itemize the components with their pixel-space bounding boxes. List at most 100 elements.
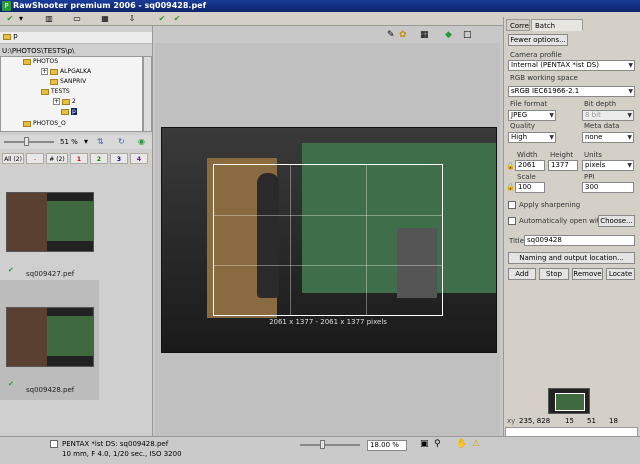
file-format-select[interactable]: JPEG ▼ — [508, 110, 556, 121]
thumbnail-image[interactable] — [6, 192, 94, 252]
export-icon[interactable]: ⇩ — [125, 13, 139, 24]
viewer-zoom-thumb[interactable] — [320, 440, 325, 449]
check-icon: ✔ — [8, 380, 14, 388]
tree-item-sanpriv[interactable]: SANPRIV — [50, 77, 86, 87]
chevron-down-icon: ▼ — [628, 62, 633, 69]
metadata-label: Meta data — [584, 122, 620, 130]
tab-correct[interactable]: Correct — [506, 19, 530, 31]
zoom-out-icon[interactable]: ▾ — [84, 137, 88, 146]
expand-icon[interactable]: + — [53, 98, 60, 105]
crop-rectangle[interactable] — [213, 164, 443, 316]
print-icon[interactable]: ▦ — [98, 13, 112, 24]
check-tick-icon[interactable]: ✔ — [155, 13, 169, 24]
folder-tree[interactable]: PHOTOS + ALPGALKA SANPRIV TESTS +2 p PHOT… — [0, 56, 143, 132]
naming-output-button[interactable]: Naming and output location... — [508, 252, 635, 264]
status-bar: PENTAX *ist DS: sq009428.pef 10 mm, F 4.… — [0, 436, 640, 464]
viewer-zoom-value[interactable]: 18.00 % — [367, 440, 407, 451]
color-icon[interactable]: ✿ — [399, 30, 407, 40]
zoom-slider[interactable] — [4, 141, 54, 143]
fewer-options-button[interactable]: Fewer options... — [508, 34, 568, 46]
layout-icon[interactable]: ▥ — [42, 13, 56, 24]
metadata-select[interactable]: none ▼ — [582, 132, 634, 143]
auto-open-checkbox[interactable] — [508, 217, 516, 225]
ppi-input[interactable]: 300 — [582, 182, 634, 193]
crop-grid-line — [214, 265, 442, 266]
navigator-viewport[interactable] — [555, 393, 585, 411]
zoom-slider-thumb[interactable] — [24, 137, 29, 146]
file-info: PENTAX *ist DS: sq009428.pef — [62, 440, 169, 448]
shelf-region — [7, 308, 47, 366]
rgb-select[interactable]: sRGB IEC61966-2.1 ▼ — [508, 86, 635, 97]
folder-icon — [3, 34, 11, 40]
scale-label: Scale — [517, 173, 536, 181]
export-green-icon[interactable]: ✔ — [170, 13, 184, 24]
width-input[interactable]: 2061 — [515, 160, 545, 171]
units-value: pixels — [585, 161, 606, 169]
warning-icon[interactable]: ⚠ — [472, 439, 480, 449]
scale-input[interactable]: 100 — [515, 182, 545, 193]
frame-icon[interactable]: □ — [463, 30, 472, 40]
quality-value: High — [511, 133, 528, 141]
thumbnail-label: sq009427.pef — [26, 270, 75, 278]
xy-label: xy — [507, 417, 516, 425]
apply-sharpening-checkbox[interactable] — [508, 201, 516, 209]
filter-all-tab[interactable]: All (2) — [2, 153, 24, 164]
navigator-preview[interactable] — [548, 388, 590, 414]
hand-icon[interactable]: ✋ — [456, 439, 467, 449]
width-label: Width — [517, 151, 538, 159]
compare-icon[interactable]: ⚲ — [434, 439, 441, 449]
status-checkbox[interactable] — [50, 440, 58, 448]
chat-icon[interactable]: ✎ — [387, 30, 395, 40]
filter-1-tab[interactable]: 1 — [70, 153, 88, 164]
tree-item-photos-o[interactable]: PHOTOS_O — [23, 119, 66, 129]
ppi-label: PPI — [584, 173, 595, 181]
tree-item-2[interactable]: +2 — [53, 97, 76, 107]
choose-button[interactable]: Choose... — [598, 215, 635, 227]
wall-region — [47, 316, 93, 356]
expand-icon[interactable]: + — [41, 68, 48, 75]
zoom-value: 51 % — [60, 138, 78, 146]
file-format-value: JPEG — [511, 111, 528, 119]
remove-button[interactable]: Remove — [572, 268, 603, 280]
quality-select[interactable]: High ▼ — [508, 132, 556, 143]
title-input[interactable]: sq009428 — [524, 235, 635, 246]
tree-item-photos[interactable]: PHOTOS — [23, 57, 58, 67]
bit-depth-select[interactable]: 8 bit ▼ — [582, 110, 634, 121]
lock-icon[interactable]: 🔒 — [506, 183, 515, 191]
quality-label: Quality — [510, 122, 536, 130]
window-icon[interactable]: ▭ — [70, 13, 84, 24]
filter-reject-tab[interactable]: - — [26, 153, 44, 164]
height-input[interactable]: 1377 — [548, 160, 578, 171]
grid-icon[interactable]: ▦ — [420, 30, 429, 40]
camera-profile-label: Camera profile — [510, 51, 562, 59]
camera-profile-select[interactable]: Internal (PENTAX *ist DS) ▼ — [508, 60, 635, 71]
tree-item-p[interactable]: p — [61, 107, 77, 117]
lock-icon[interactable]: 🔒 — [506, 162, 515, 170]
viewer-toolbar: ✎ ✿ ▦ ◆ □ — [155, 28, 500, 43]
filter-4-tab[interactable]: 4 — [130, 153, 148, 164]
dropdown-arrow-icon[interactable]: ▾ — [14, 13, 28, 24]
chevron-down-icon: ▼ — [549, 112, 554, 119]
shelf-region — [7, 193, 47, 251]
tree-scrollbar[interactable] — [143, 56, 152, 132]
refresh-icon[interactable]: ↻ — [118, 137, 125, 146]
fit-icon[interactable]: ▣ — [420, 439, 429, 449]
filter-3-tab[interactable]: 3 — [110, 153, 128, 164]
palette-icon[interactable]: ◆ — [445, 30, 452, 40]
crop-grid-line — [290, 165, 291, 315]
xy-coords: 235, 828 — [519, 417, 551, 425]
sort-icon[interactable]: ⇅ — [97, 137, 104, 146]
folder-selector[interactable]: p — [0, 32, 152, 44]
add-button[interactable]: Add — [508, 268, 536, 280]
thumbnail-image[interactable] — [6, 307, 94, 367]
viewer-zoom-slider[interactable] — [300, 444, 360, 446]
stop-button[interactable]: Stop — [539, 268, 569, 280]
tree-item-tests[interactable]: TESTS — [41, 87, 70, 97]
filter-2-tab[interactable]: 2 — [90, 153, 108, 164]
units-select[interactable]: pixels ▼ — [582, 160, 634, 171]
settings-icon[interactable]: ◉ — [138, 137, 145, 146]
tab-batch-convert[interactable]: Batch convert — [531, 19, 583, 42]
filter-unrated-tab[interactable]: # (2) — [46, 153, 68, 164]
locate-button[interactable]: Locate — [606, 268, 635, 280]
tree-item-alpgalka[interactable]: + ALPGALKA — [41, 67, 91, 77]
